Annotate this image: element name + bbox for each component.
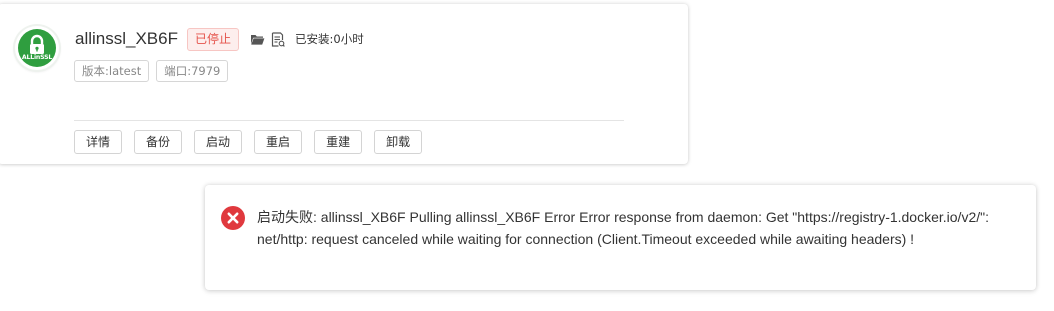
- status-badge: 已停止: [187, 27, 240, 51]
- error-x-icon: [221, 206, 245, 230]
- lock-icon: [30, 34, 44, 54]
- action-bar: 详情 备份 启动 重启 重建 卸载: [74, 130, 434, 154]
- app-name: allinssl_XB6F: [75, 29, 178, 48]
- app-logo: ALLinSSL: [15, 26, 59, 70]
- folder-icon[interactable]: [249, 31, 265, 47]
- tags-row: 版本:latest 端口:7979: [74, 60, 235, 82]
- restart-button[interactable]: 重启: [254, 130, 303, 154]
- install-time: 已安装:0小时: [295, 32, 364, 46]
- error-message: 启动失败: allinssl_XB6F Pulling allinssl_XB6…: [257, 209, 989, 247]
- title-row: allinssl_XB6F 已停止 已安装:0小时: [75, 26, 364, 52]
- page: ALLinSSL allinssl_XB6F 已停止 已安装:0小时 版本:la…: [0, 0, 1054, 311]
- app-card: ALLinSSL allinssl_XB6F 已停止 已安装:0小时 版本:la…: [0, 4, 688, 164]
- uninstall-button[interactable]: 卸载: [374, 130, 423, 154]
- backup-button[interactable]: 备份: [134, 130, 183, 154]
- details-button[interactable]: 详情: [74, 130, 123, 154]
- divider: [74, 120, 624, 121]
- rebuild-button[interactable]: 重建: [314, 130, 363, 154]
- logo-text: ALLinSSL: [21, 54, 53, 61]
- start-button[interactable]: 启动: [194, 130, 243, 154]
- version-tag: 版本:latest: [74, 60, 150, 82]
- app-logo-badge: ALLinSSL: [18, 29, 56, 67]
- log-file-icon[interactable]: [270, 31, 286, 47]
- error-toast: 启动失败: allinssl_XB6F Pulling allinssl_XB6…: [205, 185, 1036, 290]
- port-tag: 端口:7979: [156, 60, 229, 82]
